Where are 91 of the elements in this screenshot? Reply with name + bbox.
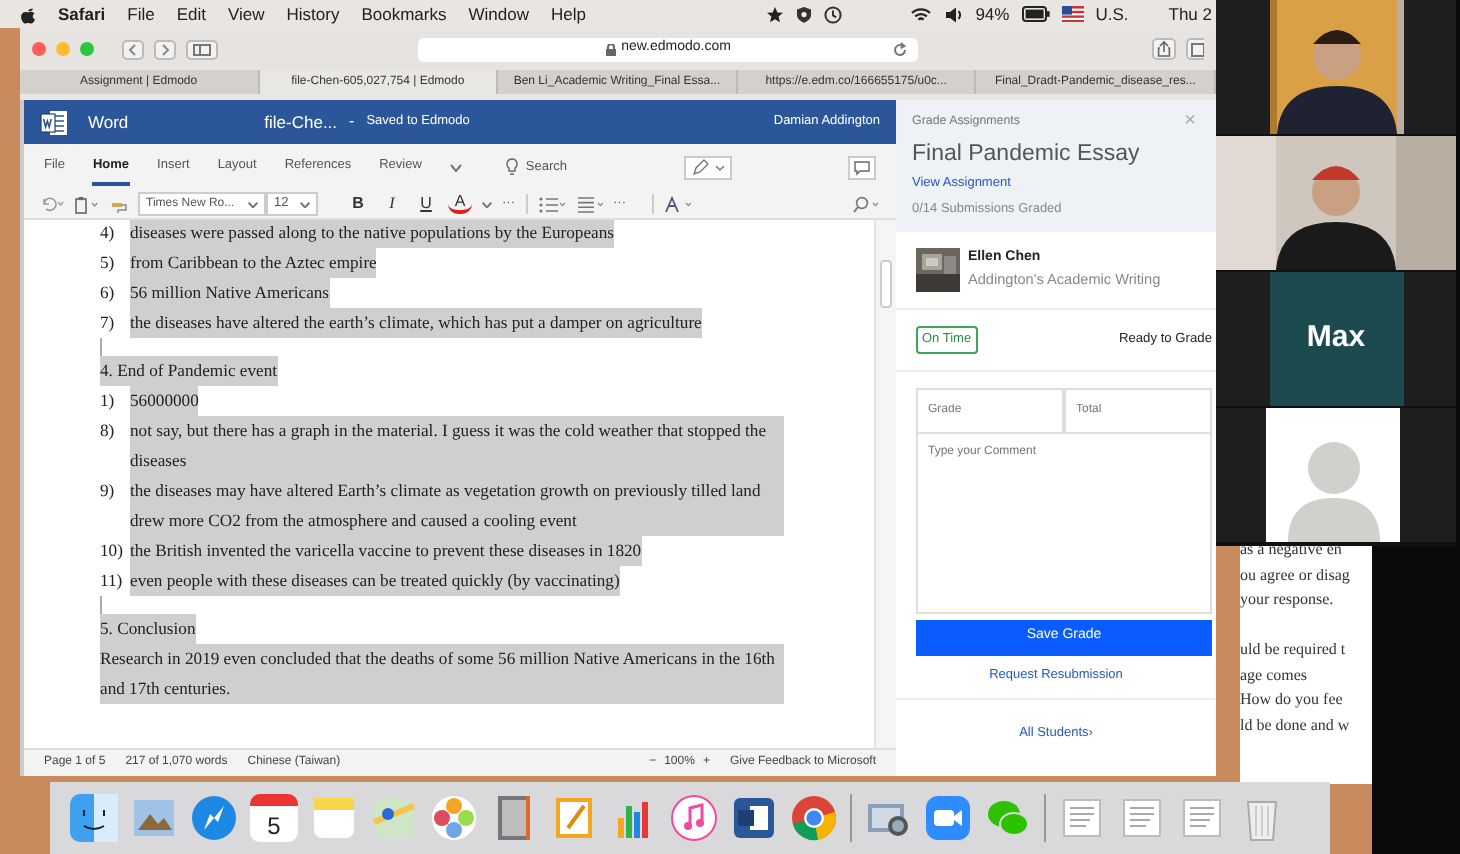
list-number: 1) [100, 388, 117, 414]
list-number: 8) [100, 418, 117, 444]
menu-item[interactable]: File [127, 1, 155, 27]
paragraph-text: Research in 2019 even concluded that the deaths of some 56 million Native Americans in the 16th and 17th centuries. [100, 644, 784, 704]
volume-icon[interactable] [943, 5, 964, 23]
lock-icon [605, 43, 616, 55]
paragraph-text: 4. End of Pandemic event [100, 356, 278, 386]
assignment-title: Final Pandemic Essay [912, 140, 1142, 171]
list-number: 7) [100, 310, 117, 336]
flag-icon[interactable] [1061, 6, 1084, 22]
music-icon[interactable] [670, 794, 718, 842]
participant-name: Max [1306, 318, 1366, 359]
chrome-icon[interactable] [790, 794, 838, 842]
list-item-text: the British invented the varicella vaccine to prevent these diseases in 1820 [130, 536, 642, 566]
shield-icon[interactable] [795, 5, 812, 23]
photos-icon[interactable] [430, 794, 478, 842]
editing-mode-icon[interactable] [684, 155, 732, 179]
document-icon[interactable] [1058, 794, 1106, 842]
title-separator: - [349, 110, 355, 134]
scrollbar[interactable] [874, 220, 896, 748]
chevron-down-icon[interactable] [482, 201, 492, 207]
wifi-icon[interactable] [909, 5, 932, 23]
back-icon[interactable] [122, 39, 144, 59]
list-number: 9) [100, 478, 117, 504]
map-icon[interactable] [370, 794, 418, 842]
list-number: 6) [100, 280, 117, 306]
font-color-button[interactable]: A [448, 194, 472, 214]
list-item-text: 56000000 [130, 386, 199, 416]
list-item-text: the diseases have altered the earth’s climate, which has put a damper on agriculture [130, 308, 702, 338]
list-item-text: even people with these diseases can be treated quickly (by vaccinating) [130, 566, 620, 596]
list-item-text: from Caribbean to the Aztec empire [130, 248, 377, 278]
document-text-line: your response. [1240, 588, 1336, 612]
battery-percentage: 94% [975, 1, 1010, 27]
menu-item[interactable]: View [227, 1, 265, 27]
list-item-text: 56 million Native Americans [130, 278, 330, 308]
sidebar-icon[interactable] [186, 39, 218, 59]
calendar-icon[interactable]: 5 [250, 794, 298, 842]
pen-paper-icon[interactable] [550, 794, 598, 842]
lightbulb-icon [505, 158, 518, 176]
document-text-line: as a negative en [1240, 538, 1344, 562]
share-icon[interactable] [1152, 38, 1176, 60]
word-logo-icon[interactable] [40, 109, 68, 135]
list-item-text: diseases were passed along to the native populations by the Europeans [130, 220, 614, 248]
chevron-down-icon [248, 201, 258, 207]
input-source[interactable]: U.S. [1095, 1, 1129, 27]
chevron-down-icon [300, 201, 310, 207]
search-icon[interactable] [852, 195, 880, 213]
menu-clock[interactable]: Thu 2 [1168, 1, 1212, 27]
battery-icon[interactable] [1021, 6, 1050, 22]
forward-icon[interactable] [154, 39, 176, 59]
document-text-line: How do you fee [1240, 688, 1345, 712]
document-title[interactable]: file-Che... [264, 109, 338, 135]
align-icon[interactable] [575, 195, 603, 213]
menu-item[interactable]: Window [468, 1, 529, 27]
document-icon[interactable] [1178, 794, 1226, 842]
comment-icon[interactable] [848, 155, 876, 179]
paragraph-text: 5. Conclusion [100, 614, 196, 644]
video-camera-icon[interactable] [924, 794, 972, 842]
chevron-down-icon[interactable] [449, 163, 462, 171]
document-icon[interactable] [1118, 794, 1166, 842]
photo-viewer-icon[interactable] [130, 794, 178, 842]
italic-button[interactable]: I [380, 192, 404, 216]
star-icon[interactable] [765, 5, 784, 23]
close-window-button[interactable] [32, 42, 46, 56]
app-name: Word [88, 109, 129, 135]
compass-icon[interactable] [190, 794, 238, 842]
list-number: 11) [100, 568, 125, 594]
list-number: 4) [100, 220, 117, 246]
app-menu[interactable]: Safari [58, 1, 106, 27]
menu-item[interactable]: Edit [176, 1, 206, 27]
reload-icon[interactable] [892, 41, 908, 57]
undo-icon[interactable] [40, 196, 64, 212]
menu-item[interactable]: Bookmarks [361, 1, 447, 27]
list-number: 5) [100, 250, 117, 276]
document-text-line: ld be done and w [1240, 713, 1352, 737]
menu-item[interactable]: History [286, 1, 340, 27]
clock-icon[interactable] [823, 5, 842, 23]
word-app-icon[interactable] [730, 794, 778, 842]
tabs-overview-icon[interactable] [1186, 38, 1204, 60]
styles-icon[interactable] [664, 195, 692, 213]
finder-icon[interactable] [70, 794, 118, 842]
document-text-line: uld be required t [1240, 638, 1348, 662]
bold-button[interactable]: B [346, 192, 370, 216]
apple-icon[interactable] [20, 5, 36, 23]
paste-icon[interactable] [74, 195, 100, 213]
document-text-line: age comes [1240, 663, 1310, 688]
bullet-list-icon[interactable] [537, 195, 565, 213]
underline-button[interactable]: U [414, 192, 438, 216]
menu-item[interactable]: Help [550, 1, 586, 27]
document-text-line: ou agree or disag [1240, 563, 1352, 588]
list-number: 10) [100, 538, 125, 564]
